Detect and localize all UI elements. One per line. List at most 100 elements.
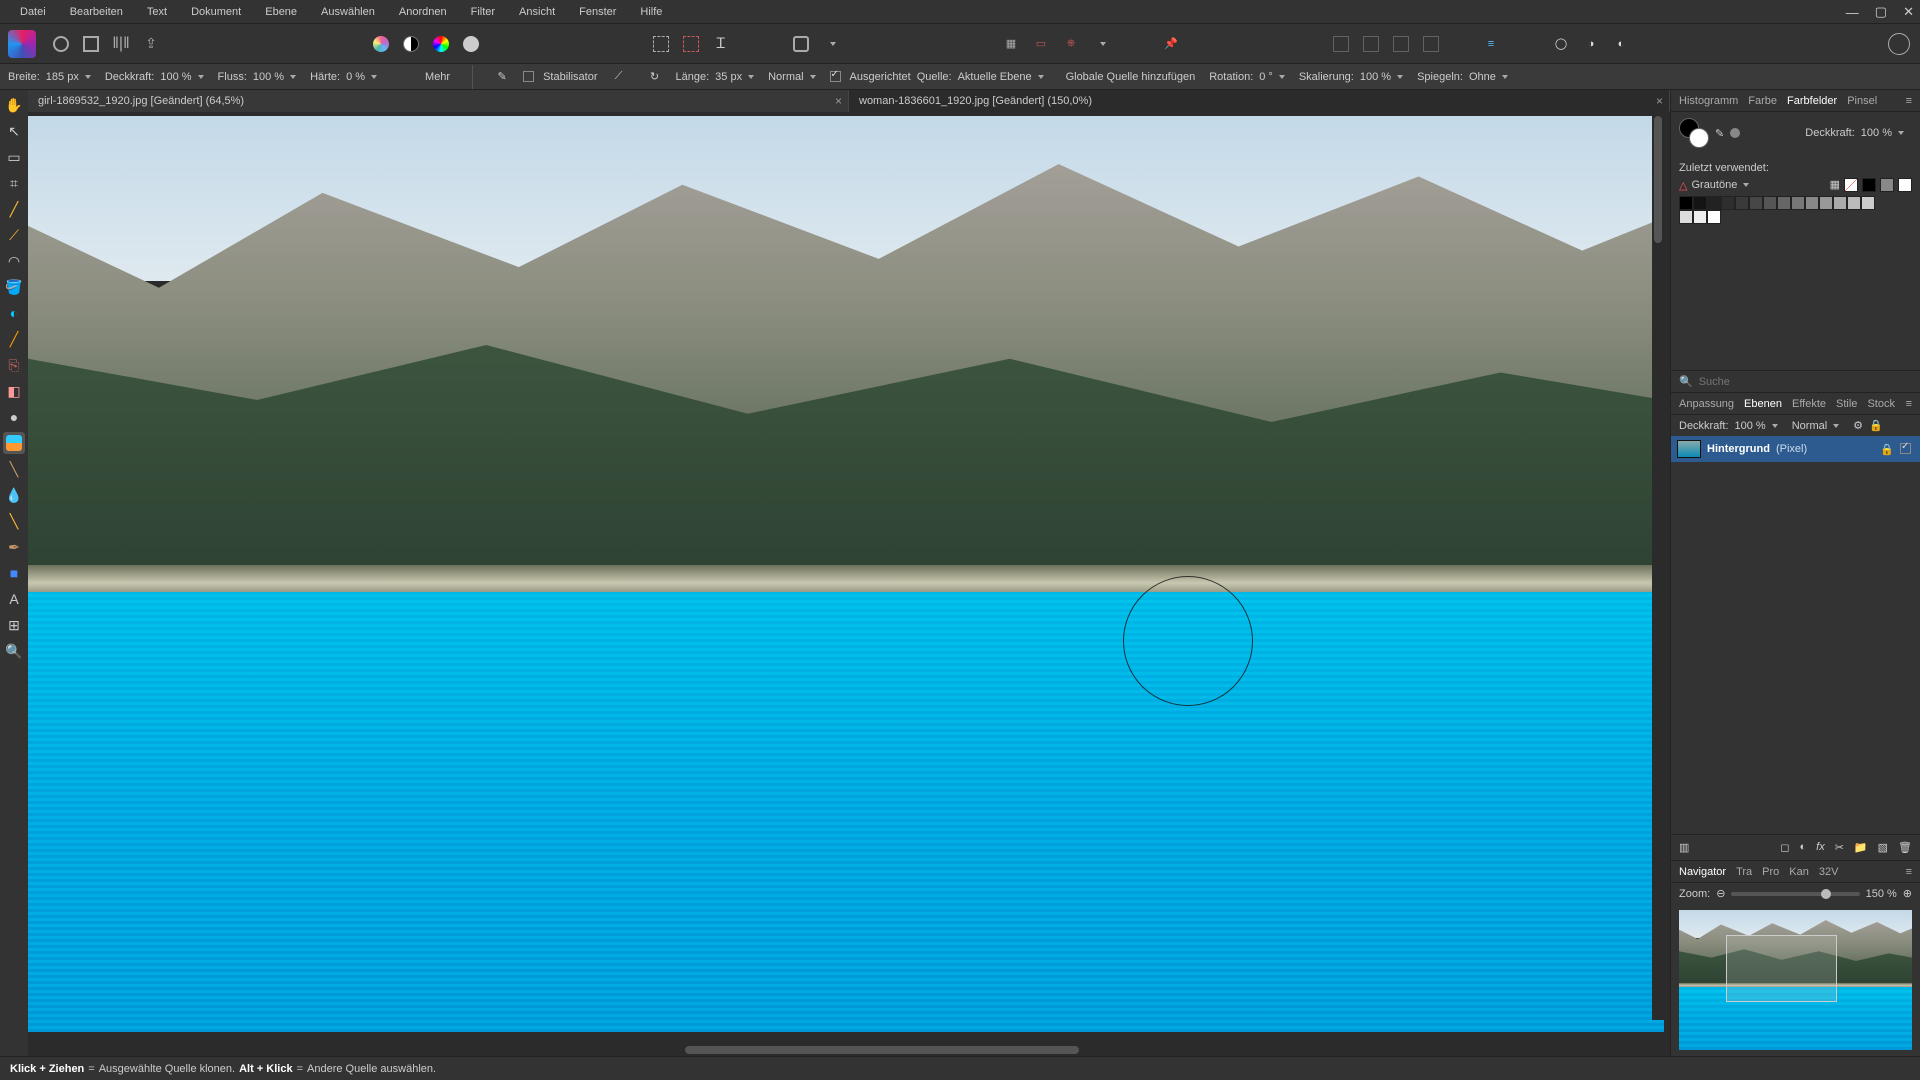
sw[interactable]	[1721, 196, 1735, 210]
aligned-checkbox[interactable]	[830, 71, 841, 82]
vertical-scrollbar[interactable]	[1652, 116, 1664, 1020]
clone-tool-icon[interactable]: ⎘	[3, 354, 25, 376]
menu-bearbeiten[interactable]: Bearbeiten	[58, 2, 135, 22]
marquee-icon[interactable]	[648, 31, 674, 57]
layer-visible-checkbox[interactable]	[1900, 443, 1911, 454]
rope-mode-icon[interactable]: ⟋	[606, 64, 632, 90]
sw[interactable]	[1693, 210, 1707, 224]
adjust-icon[interactable]: ◐	[1799, 841, 1806, 854]
menu-ebene[interactable]: Ebene	[253, 2, 309, 22]
horizontal-scrollbar[interactable]	[28, 1044, 1670, 1056]
sw[interactable]	[1749, 196, 1763, 210]
tab-histogramm[interactable]: Histogramm	[1679, 95, 1738, 107]
delete-layer-icon[interactable]: 🗑	[1898, 841, 1912, 854]
swirl-icon[interactable]	[368, 31, 394, 57]
layer-op1-icon[interactable]: ◯	[1548, 31, 1574, 57]
none-color-icon[interactable]	[1730, 128, 1740, 138]
sw[interactable]	[1707, 196, 1721, 210]
folder-icon[interactable]: 📁	[1854, 841, 1868, 854]
pin-icon[interactable]: 📌	[1158, 31, 1184, 57]
swatch-white[interactable]	[1898, 178, 1912, 192]
navigator-preview[interactable]	[1679, 910, 1912, 1050]
sw[interactable]	[1833, 196, 1847, 210]
sponge-tool-icon[interactable]: ●	[3, 406, 25, 428]
swatch-grid-icon[interactable]: ▦	[1830, 178, 1840, 192]
flood-tool-icon[interactable]: 🪣	[3, 276, 25, 298]
tab-pinsel[interactable]: Pinsel	[1847, 95, 1877, 107]
tab-pro[interactable]: Pro	[1762, 866, 1779, 878]
align-center-icon[interactable]: ≡	[1478, 31, 1504, 57]
persona-photo-icon[interactable]	[48, 31, 74, 57]
hue-icon[interactable]	[428, 31, 454, 57]
menu-fenster[interactable]: Fenster	[567, 2, 628, 22]
layer-op3-icon[interactable]: ◐	[1608, 31, 1634, 57]
heal-tool-icon[interactable]: ╱	[3, 328, 25, 350]
sw[interactable]	[1805, 196, 1819, 210]
layer-opacity-field[interactable]: 100 %	[1735, 420, 1786, 432]
navigator-viewport[interactable]	[1726, 935, 1838, 1002]
opacity-field[interactable]: 100 %	[160, 71, 211, 83]
stabiliser-checkbox[interactable]	[523, 71, 534, 82]
tab-effekte[interactable]: Effekte	[1792, 398, 1826, 410]
maximize-icon[interactable]: ▢	[1875, 4, 1887, 20]
mesh-tool-icon[interactable]: ⊞	[3, 614, 25, 636]
sw[interactable]	[1819, 196, 1833, 210]
fx-icon[interactable]: fx	[1816, 841, 1825, 854]
pen-tool-icon[interactable]: ╲	[3, 510, 25, 532]
lock-icon[interactable]: 🔒	[1869, 419, 1883, 432]
swatch-preset-select[interactable]: Grautöne	[1691, 179, 1757, 191]
zoom-slider[interactable]	[1731, 892, 1859, 896]
sw[interactable]	[1847, 196, 1861, 210]
layer-blend-field[interactable]: Normal	[1792, 420, 1847, 432]
menu-auswaehlen[interactable]: Auswählen	[309, 2, 387, 22]
tab-32v[interactable]: 32V	[1819, 866, 1839, 878]
bw-icon[interactable]	[398, 31, 424, 57]
dropper-tool-icon[interactable]: ⟋	[3, 224, 25, 246]
dropper-icon[interactable]: ✎	[1715, 127, 1724, 140]
shape-tool-icon[interactable]: ■	[3, 562, 25, 584]
scale-field[interactable]: 100 %	[1360, 71, 1411, 83]
zoom-in-icon[interactable]: ⊕	[1903, 887, 1912, 900]
sw[interactable]	[1735, 196, 1749, 210]
persona-liquify-icon[interactable]	[78, 31, 104, 57]
text-tool-icon[interactable]: A	[3, 588, 25, 610]
more-button[interactable]: Mehr	[417, 69, 458, 85]
tab-anpassung[interactable]: Anpassung	[1679, 398, 1734, 410]
persona-export-icon[interactable]: ⇪	[138, 31, 164, 57]
magnet-icon[interactable]: ⎈	[1058, 31, 1084, 57]
tab-farbfelder[interactable]: Farbfelder	[1787, 95, 1837, 107]
menu-anordnen[interactable]: Anordnen	[387, 2, 459, 22]
hardness-field[interactable]: 0 %	[346, 71, 385, 83]
swatch-black[interactable]	[1862, 178, 1876, 192]
layer-op2-icon[interactable]: ◑	[1578, 31, 1604, 57]
doc-tab-2[interactable]: woman-1836601_1920.jpg [Geändert] (150,0…	[849, 90, 1670, 112]
layers-group-icon[interactable]: ▥	[1679, 841, 1689, 854]
sw[interactable]	[1707, 210, 1721, 224]
minimize-icon[interactable]: —	[1846, 5, 1859, 20]
menu-hilfe[interactable]: Hilfe	[628, 2, 674, 22]
move-tool-icon[interactable]: ↖	[3, 120, 25, 142]
rotation-field[interactable]: 0 °	[1259, 71, 1293, 83]
persona-develop-icon[interactable]: ‖|‖	[108, 31, 134, 57]
quicklook-caret[interactable]	[818, 31, 844, 57]
magnet-caret[interactable]	[1088, 31, 1114, 57]
brush-tool-icon[interactable]: ╱	[3, 198, 25, 220]
eraser-tool-icon[interactable]: ◧	[3, 380, 25, 402]
sw[interactable]	[1693, 196, 1707, 210]
gradient-tool-icon[interactable]: ◐	[3, 302, 25, 324]
close-tab-2-icon[interactable]: ×	[1656, 94, 1663, 108]
tab-ebenen[interactable]: Ebenen	[1744, 398, 1782, 410]
mask-icon[interactable]: ◻	[1780, 841, 1789, 854]
menu-ansicht[interactable]: Ansicht	[507, 2, 567, 22]
grey-icon[interactable]	[458, 31, 484, 57]
sw[interactable]	[1763, 196, 1777, 210]
source-field[interactable]: Aktuelle Ebene	[958, 71, 1052, 83]
tab-tra[interactable]: Tra	[1736, 866, 1752, 878]
lasso-tool-icon[interactable]: ◠	[3, 250, 25, 272]
tab-kan[interactable]: Kan	[1789, 866, 1809, 878]
layer-hintergrund[interactable]: Hintergrund (Pixel) 🔒	[1671, 436, 1920, 462]
tab-farbe[interactable]: Farbe	[1748, 95, 1777, 107]
menu-datei[interactable]: Datei	[8, 2, 58, 22]
gear-icon[interactable]: ⚙	[1853, 419, 1863, 432]
sw[interactable]	[1777, 196, 1791, 210]
